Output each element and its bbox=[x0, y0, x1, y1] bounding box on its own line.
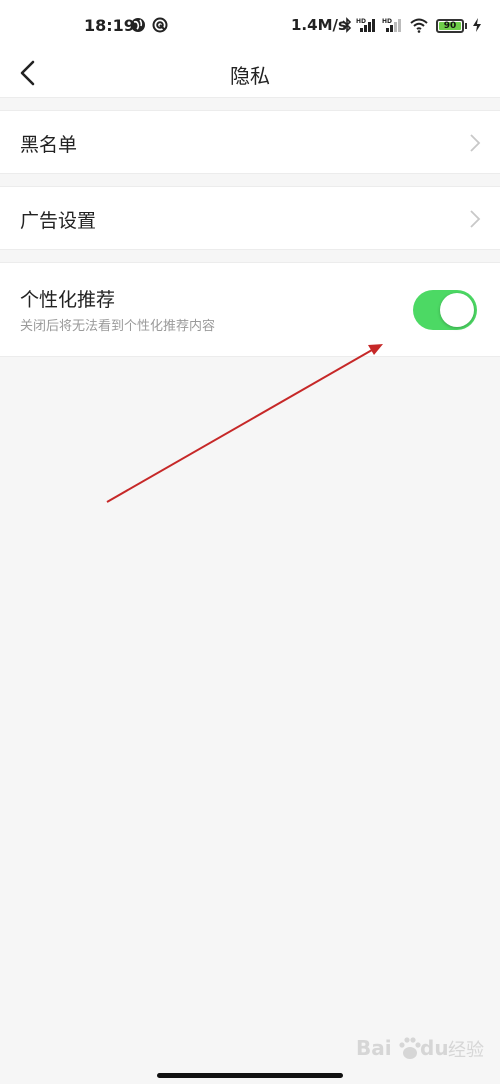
svg-text:HD: HD bbox=[356, 18, 366, 25]
battery-cap bbox=[465, 23, 467, 29]
personalized-recommendation-row: 个性化推荐 关闭后将无法看到个性化推荐内容 bbox=[0, 262, 500, 357]
ad-settings-label: 广告设置 bbox=[20, 210, 97, 232]
personalized-recommendation-label: 个性化推荐 bbox=[20, 289, 116, 311]
blacklist-row[interactable]: 黑名单 bbox=[0, 110, 500, 174]
nav-bar: 隐私 bbox=[0, 52, 500, 98]
baidu-paw-logo: Bai du 经验 bbox=[356, 1036, 484, 1061]
globe-icon bbox=[131, 18, 145, 32]
wifi-icon bbox=[410, 18, 428, 33]
battery-icon: 90 bbox=[436, 19, 464, 33]
hd-signal-icon: HD bbox=[356, 18, 375, 32]
hd-signal-icon: HD bbox=[382, 18, 401, 32]
svg-text:经验: 经验 bbox=[448, 1040, 484, 1061]
svg-text:HD: HD bbox=[382, 18, 392, 25]
privacy-screen: 18:19 1.4M/s HD HD 90 隐私 黑名单 广告设置 个性化推荐 … bbox=[0, 0, 500, 1084]
status-bar: 18:19 1.4M/s HD HD 90 bbox=[0, 0, 500, 52]
ad-settings-row[interactable]: 广告设置 bbox=[0, 186, 500, 250]
charging-icon bbox=[473, 18, 481, 32]
battery-level: 90 bbox=[439, 22, 461, 31]
network-speed: 1.4M/s bbox=[291, 16, 347, 34]
chevron-right-icon bbox=[470, 134, 481, 152]
page-title: 隐私 bbox=[230, 64, 270, 88]
personalized-recommendation-toggle[interactable] bbox=[413, 290, 477, 330]
app-notification-icon bbox=[152, 17, 168, 33]
home-indicator[interactable] bbox=[157, 1073, 343, 1078]
blacklist-label: 黑名单 bbox=[20, 134, 78, 156]
svg-text:du: du bbox=[420, 1036, 449, 1060]
svg-text:Bai: Bai bbox=[356, 1036, 392, 1060]
bluetooth-icon bbox=[342, 17, 352, 33]
status-time: 18:19 bbox=[84, 16, 135, 35]
personalized-recommendation-description: 关闭后将无法看到个性化推荐内容 bbox=[20, 319, 216, 334]
toggle-knob bbox=[440, 293, 474, 327]
chevron-right-icon bbox=[470, 210, 481, 228]
